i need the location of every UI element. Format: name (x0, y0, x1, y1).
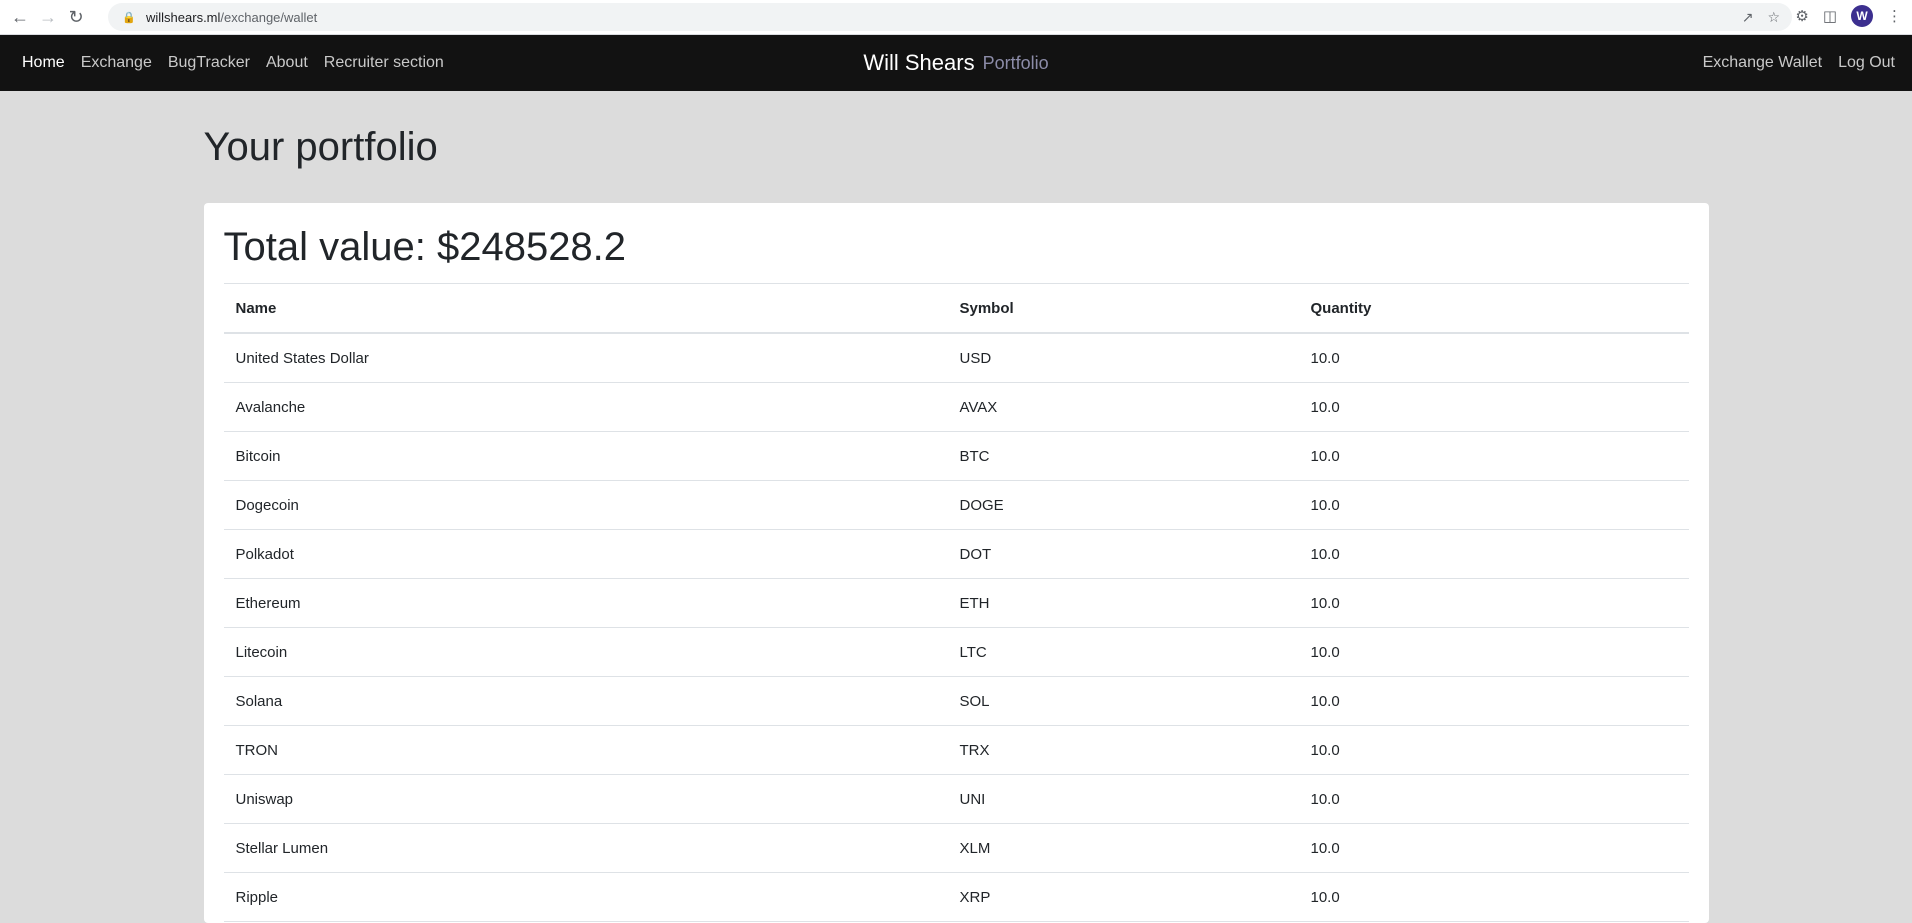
table-row: United States Dollar USD 10.0 (223, 333, 1689, 383)
header-quantity: Quantity (1298, 284, 1689, 334)
nav-exchange-link[interactable]: Exchange (81, 54, 152, 72)
nav-exchange-wallet-link[interactable]: Exchange Wallet (1703, 54, 1822, 72)
browser-toolbar: ← → ↻ 🔒 willshears.ml/exchange/wallet ↗ … (0, 0, 1912, 35)
site-navbar: Home Exchange BugTracker About Recruiter… (0, 35, 1912, 91)
profile-avatar[interactable]: W (1851, 5, 1873, 27)
cell-quantity: 10.0 (1298, 627, 1689, 677)
nav-recruiter-link[interactable]: Recruiter section (324, 54, 444, 72)
table-row: Litecoin LTC 10.0 (223, 627, 1689, 677)
cell-name: Solana (223, 676, 948, 726)
cell-name: Stellar Lumen (223, 823, 948, 873)
cell-name: United States Dollar (223, 333, 948, 383)
cell-symbol: XRP (947, 872, 1299, 922)
cell-symbol: LTC (947, 627, 1299, 677)
brand-subtitle[interactable]: Portfolio (983, 53, 1049, 74)
main-container: Your portfolio Total value: $248528.2 Na… (203, 91, 1709, 923)
extensions-puzzle-icon[interactable]: ⚙ (1795, 7, 1808, 25)
table-row: Uniswap UNI 10.0 (223, 774, 1689, 824)
cell-quantity: 10.0 (1298, 382, 1689, 432)
cell-quantity: 10.0 (1298, 872, 1689, 922)
header-name: Name (223, 284, 948, 334)
forward-arrow-icon[interactable]: → (34, 3, 62, 31)
cell-name: Ripple (223, 872, 948, 922)
table-row: Ripple XRP 10.0 (223, 872, 1689, 922)
url-path: /exchange/wallet (220, 9, 318, 25)
cell-symbol: XLM (947, 823, 1299, 873)
cell-name: Polkadot (223, 529, 948, 579)
table-row: Solana SOL 10.0 (223, 676, 1689, 726)
header-symbol: Symbol (947, 284, 1299, 334)
table-row: TRON TRX 10.0 (223, 725, 1689, 775)
cell-quantity: 10.0 (1298, 431, 1689, 481)
cell-symbol: DOT (947, 529, 1299, 579)
cell-quantity: 10.0 (1298, 578, 1689, 628)
cell-symbol: AVAX (947, 382, 1299, 432)
nav-right-links: Exchange Wallet Log Out (1703, 54, 1895, 72)
lock-icon: 🔒 (122, 11, 136, 24)
browser-menu-icon[interactable]: ⋮ (1887, 7, 1902, 25)
cell-quantity: 10.0 (1298, 529, 1689, 579)
cell-name: Bitcoin (223, 431, 948, 481)
cell-name: Litecoin (223, 627, 948, 677)
share-icon[interactable]: ↗ (1742, 9, 1754, 26)
cell-symbol: TRX (947, 725, 1299, 775)
nav-about-link[interactable]: About (266, 54, 308, 72)
back-arrow-icon[interactable]: ← (6, 3, 34, 31)
cell-symbol: ETH (947, 578, 1299, 628)
cell-quantity: 10.0 (1298, 725, 1689, 775)
address-bar[interactable]: 🔒 willshears.ml/exchange/wallet ↗ ☆ (108, 3, 1792, 31)
cell-name: Avalanche (223, 382, 948, 432)
cell-quantity: 10.0 (1298, 676, 1689, 726)
cell-symbol: BTC (947, 431, 1299, 481)
table-row: Dogecoin DOGE 10.0 (223, 480, 1689, 530)
table-row: Bitcoin BTC 10.0 (223, 431, 1689, 481)
cell-symbol: UNI (947, 774, 1299, 824)
cell-symbol: DOGE (947, 480, 1299, 530)
reload-icon[interactable]: ↻ (62, 3, 90, 31)
brand-name[interactable]: Will Shears (863, 50, 974, 76)
table-row: Stellar Lumen XLM 10.0 (223, 823, 1689, 873)
nav-left-links: Home Exchange BugTracker About Recruiter… (22, 54, 444, 72)
cell-name: Ethereum (223, 578, 948, 628)
table-row: Avalanche AVAX 10.0 (223, 382, 1689, 432)
portfolio-card: Total value: $248528.2 Name Symbol Quant… (203, 203, 1709, 923)
nav-logout-link[interactable]: Log Out (1838, 54, 1895, 72)
cell-symbol: SOL (947, 676, 1299, 726)
nav-home-link[interactable]: Home (22, 54, 65, 72)
cell-name: Dogecoin (223, 480, 948, 530)
nav-bugtracker-link[interactable]: BugTracker (168, 54, 250, 72)
cell-quantity: 10.0 (1298, 480, 1689, 530)
page-title: Your portfolio (203, 125, 438, 169)
url-host: willshears.ml (146, 9, 221, 25)
cell-name: Uniswap (223, 774, 948, 824)
table-row: Ethereum ETH 10.0 (223, 578, 1689, 628)
table-header-row: Name Symbol Quantity (223, 284, 1689, 334)
cell-quantity: 10.0 (1298, 823, 1689, 873)
cell-quantity: 10.0 (1298, 333, 1689, 383)
side-panel-icon[interactable]: ◫ (1823, 7, 1837, 25)
cell-symbol: USD (947, 333, 1299, 383)
portfolio-table: Name Symbol Quantity United States Dolla… (223, 284, 1689, 922)
bookmark-star-icon[interactable]: ☆ (1767, 9, 1780, 26)
cell-quantity: 10.0 (1298, 774, 1689, 824)
cell-name: TRON (223, 725, 948, 775)
table-body: United States Dollar USD 10.0 Avalanche … (223, 333, 1689, 922)
total-value: Total value: $248528.2 (223, 223, 1689, 284)
table-row: Polkadot DOT 10.0 (223, 529, 1689, 579)
